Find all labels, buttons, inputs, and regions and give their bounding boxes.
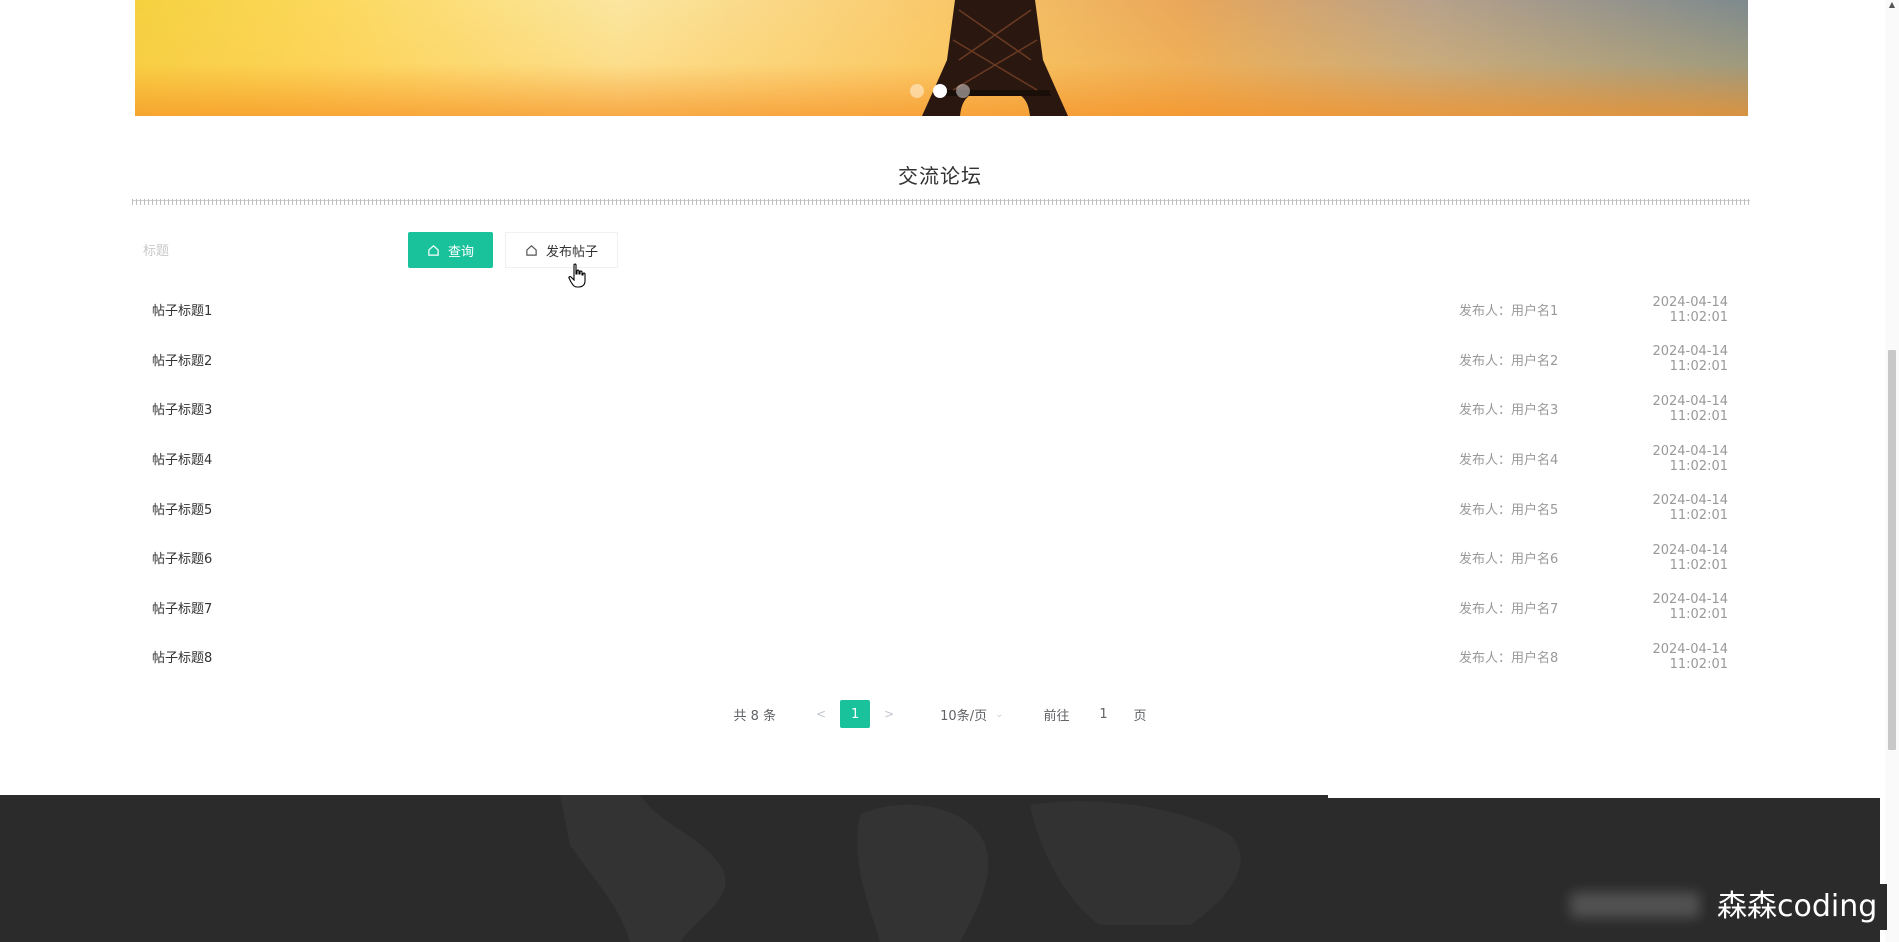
post-time: 2024-04-14 11:02:01 (1652, 641, 1728, 672)
post-title[interactable]: 帖子标题8 (152, 647, 1459, 666)
post-row[interactable]: 帖子标题2 发布人：用户名2 2024-04-14 11:02:01 (135, 335, 1748, 385)
post-time: 2024-04-14 11:02:01 (1652, 393, 1728, 424)
home-icon (526, 244, 537, 256)
post-title[interactable]: 帖子标题6 (152, 548, 1459, 567)
pagination-total: 共 8 条 (733, 708, 777, 724)
post-time: 2024-04-14 11:02:01 (1652, 294, 1728, 325)
scrollbar-thumb[interactable] (1888, 350, 1896, 750)
eiffel-tower-image (922, 0, 1068, 116)
post-title[interactable]: 帖子标题5 (152, 499, 1459, 518)
post-row[interactable]: 帖子标题8 发布人：用户名8 2024-04-14 11:02:01 (135, 632, 1748, 682)
post-title[interactable]: 帖子标题2 (152, 350, 1459, 369)
publish-post-button[interactable]: 发布帖子 (505, 232, 618, 268)
post-time: 2024-04-14 11:02:01 (1652, 344, 1728, 375)
home-icon (428, 244, 439, 256)
post-title[interactable]: 帖子标题7 (152, 598, 1459, 617)
publish-post-label: 发布帖子 (545, 244, 598, 260)
post-row[interactable]: 帖子标题1 发布人：用户名1 2024-04-14 11:02:01 (135, 285, 1748, 335)
post-row[interactable]: 帖子标题3 发布人：用户名3 2024-04-14 11:02:01 (135, 384, 1748, 434)
post-author: 发布人：用户名6 (1459, 552, 1559, 568)
post-row[interactable]: 帖子标题7 发布人：用户名7 2024-04-14 11:02:01 (135, 583, 1748, 633)
section-title: 交流论坛 (898, 164, 982, 188)
post-time: 2024-04-14 11:02:01 (1652, 542, 1728, 573)
post-author: 发布人：用户名8 (1459, 651, 1559, 667)
post-author: 发布人：用户名3 (1459, 403, 1559, 419)
post-title[interactable]: 帖子标题3 (152, 399, 1459, 418)
post-time: 2024-04-14 11:02:01 (1652, 493, 1728, 524)
page-scrollbar[interactable]: ▲ (1885, 0, 1899, 942)
carousel-dot-3[interactable] (956, 84, 970, 98)
carousel-dots (910, 84, 970, 98)
watermark-label: 森森coding (1707, 884, 1888, 930)
page-size-select[interactable]: 10条/页 (940, 705, 987, 724)
page-number-current[interactable]: 1 (840, 700, 871, 728)
pagination: 共 8 条 < 1 > 10条/页 ⌄ 前往 页 (0, 700, 1880, 728)
world-map-background (560, 795, 1241, 942)
page-suffix-label: 页 (1133, 708, 1147, 724)
post-time: 2024-04-14 11:02:01 (1652, 592, 1728, 623)
carousel-dot-1[interactable] (910, 84, 924, 98)
post-title[interactable]: 帖子标题4 (152, 449, 1459, 468)
post-author: 发布人：用户名1 (1459, 304, 1559, 320)
scroll-up-arrow-icon[interactable]: ▲ (1887, 0, 1897, 10)
post-author: 发布人：用户名7 (1459, 601, 1559, 617)
post-list: 帖子标题1 发布人：用户名1 2024-04-14 11:02:01 帖子标题2… (135, 285, 1748, 682)
post-author: 发布人：用户名2 (1459, 353, 1559, 369)
post-row[interactable]: 帖子标题5 发布人：用户名5 2024-04-14 11:02:01 (135, 483, 1748, 533)
post-row[interactable]: 帖子标题6 发布人：用户名6 2024-04-14 11:02:01 (135, 533, 1748, 583)
footer-overlay-patch (1328, 784, 1880, 798)
next-page-button[interactable]: > (884, 707, 894, 721)
blurred-footer-text (1570, 892, 1700, 918)
prev-page-button[interactable]: < (816, 707, 826, 721)
post-author: 发布人：用户名4 (1459, 453, 1559, 469)
query-button[interactable]: 查询 (408, 232, 493, 268)
post-row[interactable]: 帖子标题4 发布人：用户名4 2024-04-14 11:02:01 (135, 434, 1748, 484)
carousel-dot-2[interactable] (933, 84, 947, 98)
post-time: 2024-04-14 11:02:01 (1652, 443, 1728, 474)
query-button-label: 查询 (447, 244, 474, 260)
section-divider (132, 199, 1750, 211)
hero-banner (135, 0, 1748, 116)
footer (0, 795, 1880, 942)
title-search-input[interactable] (135, 234, 395, 268)
goto-page-input[interactable] (1083, 700, 1124, 728)
post-title[interactable]: 帖子标题1 (152, 300, 1459, 319)
goto-label: 前往 (1043, 708, 1070, 724)
chevron-down-icon[interactable]: ⌄ (995, 709, 1003, 720)
post-author: 发布人：用户名5 (1459, 502, 1559, 518)
